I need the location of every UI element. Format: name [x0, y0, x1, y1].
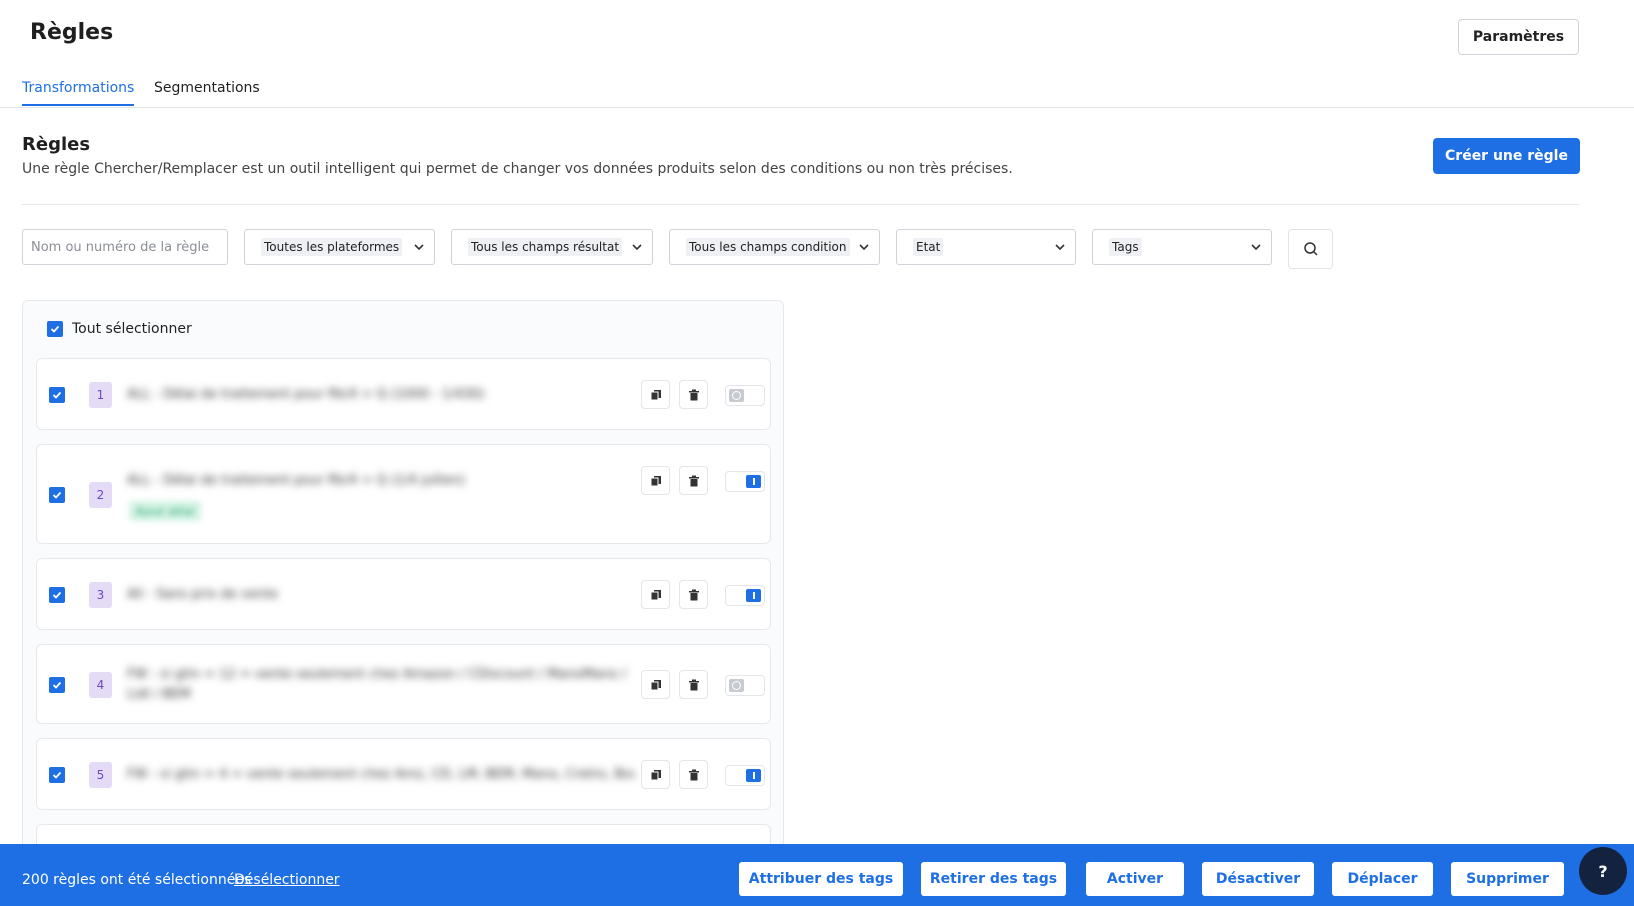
- rule-checkbox[interactable]: [49, 677, 65, 693]
- condition-fields-filter[interactable]: Tous les champs condition: [669, 229, 880, 265]
- state-filter[interactable]: Etat: [896, 229, 1076, 265]
- selection-count: 200 règles ont été sélectionnées: [22, 872, 252, 888]
- page-title: Règles: [30, 20, 114, 45]
- copy-icon: [650, 769, 661, 780]
- result-fields-filter-label: Tous les champs résultat: [468, 238, 623, 256]
- condition-fields-filter-label: Tous les champs condition: [686, 238, 850, 256]
- select-all-label: Tout sélectionner: [72, 321, 192, 337]
- rule-row[interactable]: 1 ALL - Délai de traitement pour Rk/4 > …: [36, 358, 771, 430]
- delete-selected-button[interactable]: Supprimer: [1451, 862, 1564, 896]
- rule-toggle[interactable]: [725, 585, 765, 606]
- chevron-down-icon: [632, 244, 642, 251]
- bulk-action-bar: 200 règles ont été sélectionnées Désélec…: [0, 844, 1634, 906]
- settings-button[interactable]: Paramètres: [1458, 19, 1579, 55]
- deactivate-button[interactable]: Désactiver: [1202, 862, 1314, 896]
- platforms-filter-label: Toutes les plateformes: [261, 238, 403, 256]
- rule-number: 1: [89, 382, 112, 408]
- rule-checkbox[interactable]: [49, 487, 65, 503]
- check-icon: [52, 591, 62, 599]
- tab-transformations[interactable]: Transformations: [22, 80, 135, 106]
- search-button[interactable]: [1288, 229, 1333, 269]
- search-input[interactable]: [22, 229, 228, 265]
- select-all[interactable]: Tout sélectionner: [47, 321, 192, 337]
- move-button[interactable]: Déplacer: [1332, 862, 1433, 896]
- duplicate-button[interactable]: [641, 580, 670, 609]
- check-icon: [52, 771, 62, 779]
- delete-button[interactable]: [679, 760, 708, 789]
- platforms-filter[interactable]: Toutes les plateformes: [244, 229, 435, 265]
- section-description: Une règle Chercher/Remplacer est un outi…: [22, 161, 1013, 177]
- create-rule-button[interactable]: Créer une règle: [1433, 138, 1580, 174]
- rule-number: 4: [89, 672, 112, 698]
- deselect-link[interactable]: Désélectionner: [234, 872, 340, 888]
- rule-name[interactable]: All - Sans prix de vente: [127, 585, 635, 605]
- state-filter-label: Etat: [913, 238, 944, 256]
- activate-button[interactable]: Activer: [1086, 862, 1184, 896]
- delete-button[interactable]: [679, 670, 708, 699]
- rule-toggle[interactable]: [725, 765, 765, 786]
- divider: [22, 204, 1580, 205]
- rule-toggle[interactable]: [725, 471, 765, 492]
- rule-number: 2: [89, 482, 112, 508]
- copy-icon: [650, 679, 661, 690]
- rule-row[interactable]: 2 ALL - Délai de traitement pour Rk/4 > …: [36, 444, 771, 544]
- delete-button[interactable]: [679, 380, 708, 409]
- rules-panel: Tout sélectionner 1 ALL - Délai de trait…: [22, 300, 784, 860]
- duplicate-button[interactable]: [641, 380, 670, 409]
- rule-row[interactable]: 3 All - Sans prix de vente: [36, 558, 771, 630]
- result-fields-filter[interactable]: Tous les champs résultat: [451, 229, 653, 265]
- chevron-down-icon: [414, 244, 424, 251]
- rule-name[interactable]: FW - si gtin = 4 = vente seulement chez …: [127, 765, 635, 785]
- check-icon: [52, 491, 62, 499]
- select-all-checkbox[interactable]: [47, 321, 63, 337]
- check-icon: [50, 325, 60, 333]
- tags-filter[interactable]: Tags: [1092, 229, 1272, 265]
- duplicate-button[interactable]: [641, 760, 670, 789]
- copy-icon: [650, 389, 661, 400]
- search-icon: [1303, 242, 1318, 256]
- rule-name[interactable]: FW - si gtin = 12 = vente seulement chez…: [127, 665, 635, 705]
- trash-icon: [688, 769, 699, 780]
- rule-toggle[interactable]: [725, 675, 765, 696]
- rule-number: 5: [89, 762, 112, 788]
- help-button[interactable]: ?: [1579, 847, 1627, 895]
- tab-segmentations[interactable]: Segmentations: [154, 80, 260, 104]
- rule-number: 3: [89, 582, 112, 608]
- section-title: Règles: [22, 134, 91, 155]
- trash-icon: [688, 389, 699, 400]
- delete-button[interactable]: [679, 580, 708, 609]
- assign-tags-button[interactable]: Attribuer des tags: [739, 862, 903, 896]
- rule-name[interactable]: ALL - Délai de traitement pour Rk/4 > Q …: [127, 385, 635, 405]
- rule-row[interactable]: 4 FW - si gtin = 12 = vente seulement ch…: [36, 644, 771, 724]
- chevron-down-icon: [1251, 244, 1261, 251]
- chevron-down-icon: [1055, 244, 1065, 251]
- trash-icon: [688, 679, 699, 690]
- trash-icon: [688, 475, 699, 486]
- copy-icon: [650, 475, 661, 486]
- trash-icon: [688, 589, 699, 600]
- remove-tags-button[interactable]: Retirer des tags: [921, 862, 1066, 896]
- rule-toggle[interactable]: [725, 385, 765, 406]
- check-icon: [52, 681, 62, 689]
- rule-name[interactable]: ALL - Délai de traitement pour Rk/4 > Q …: [127, 471, 635, 491]
- rule-checkbox[interactable]: [49, 587, 65, 603]
- toggle-knob: [746, 475, 761, 488]
- tags-filter-label: Tags: [1109, 238, 1142, 256]
- toggle-knob: [729, 679, 744, 692]
- rule-tag: Ajout délai: [129, 501, 201, 521]
- delete-button[interactable]: [679, 466, 708, 495]
- rule-row[interactable]: 5 FW - si gtin = 4 = vente seulement che…: [36, 738, 771, 810]
- toggle-knob: [729, 389, 744, 402]
- toggle-knob: [746, 769, 761, 782]
- toggle-knob: [746, 589, 761, 602]
- duplicate-button[interactable]: [641, 670, 670, 699]
- chevron-down-icon: [859, 244, 869, 251]
- rule-checkbox[interactable]: [49, 767, 65, 783]
- check-icon: [52, 391, 62, 399]
- copy-icon: [650, 589, 661, 600]
- rule-checkbox[interactable]: [49, 387, 65, 403]
- duplicate-button[interactable]: [641, 466, 670, 495]
- tab-bar: Transformations Segmentations: [0, 78, 1634, 108]
